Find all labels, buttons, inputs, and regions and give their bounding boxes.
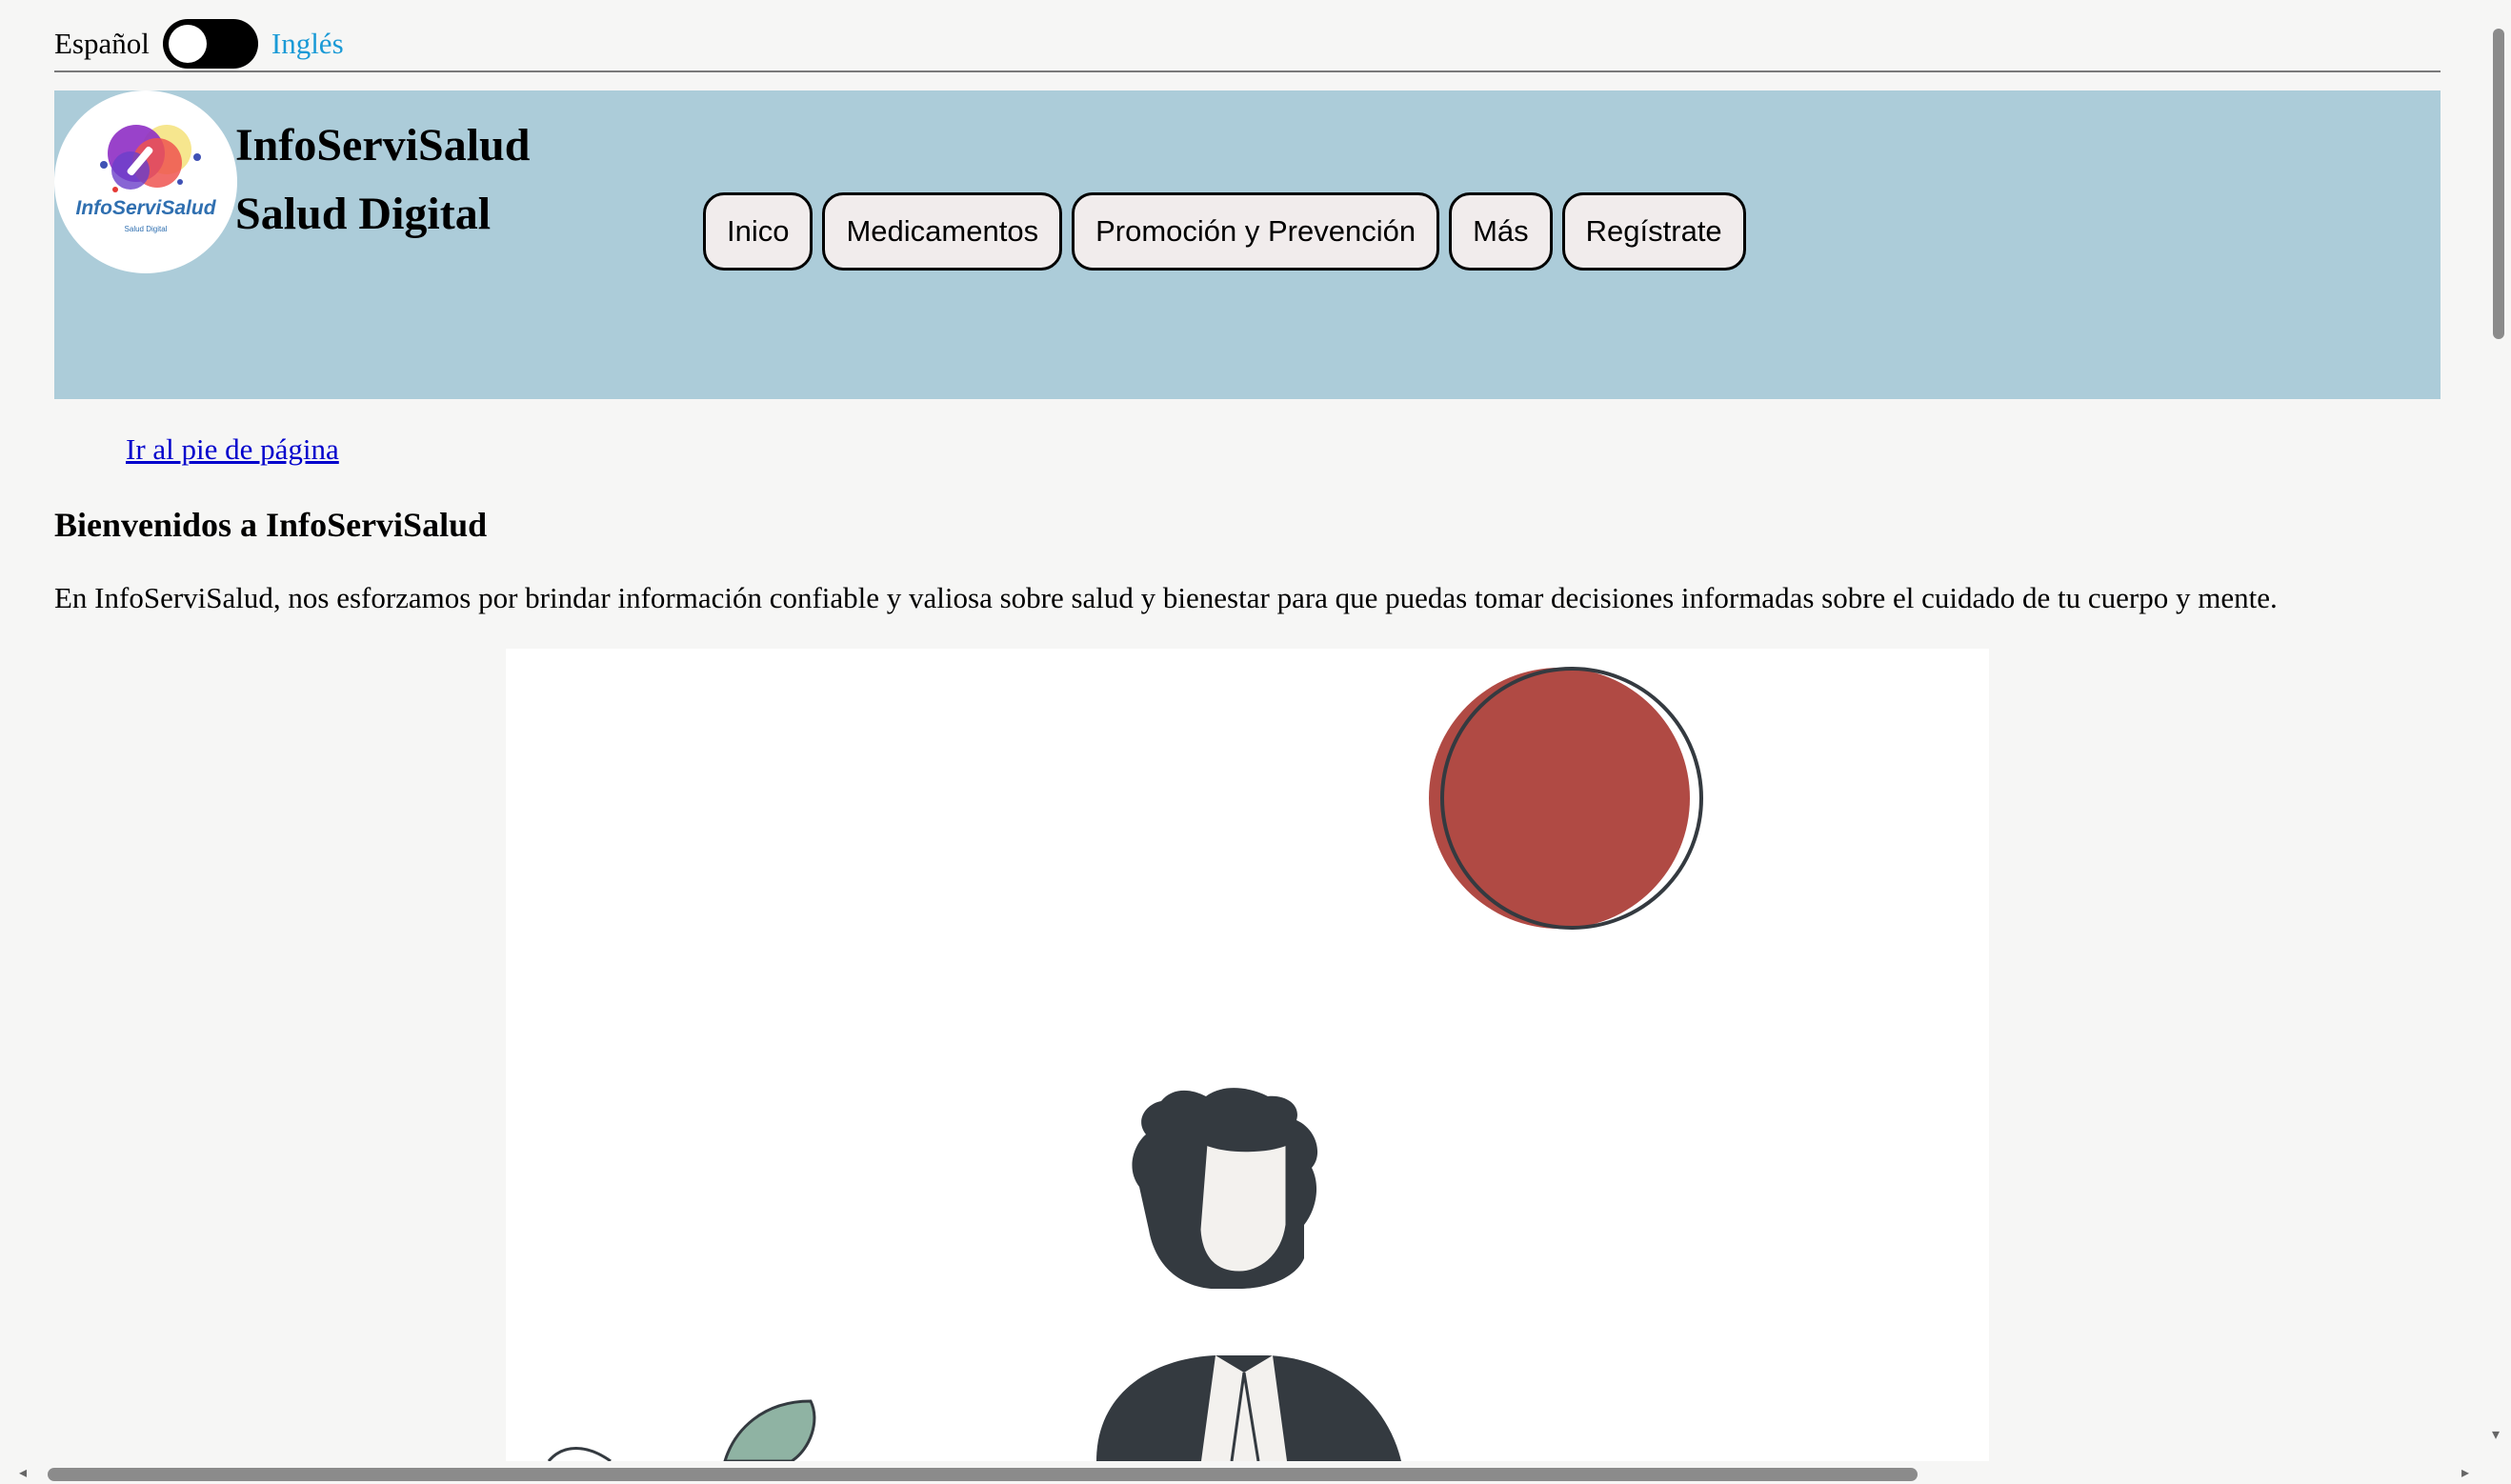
site-title: InfoServiSalud Salud Digital xyxy=(235,111,531,249)
logo-subtext: Salud Digital xyxy=(124,225,168,233)
nav-medicamentos-button[interactable]: Medicamentos xyxy=(822,192,1063,271)
language-toggle[interactable] xyxy=(162,19,258,69)
nav-promocion-button[interactable]: Promoción y Prevención xyxy=(1072,192,1440,271)
vertical-scrollbar[interactable]: ▾ xyxy=(2486,0,2511,1467)
logo-text: InfoServiSalud xyxy=(75,197,216,219)
hero-illustration xyxy=(506,649,1989,1461)
language-switcher: Español Inglés xyxy=(54,19,344,69)
skip-to-footer-link[interactable]: Ir al pie de página xyxy=(126,432,339,467)
logo-graphic-icon xyxy=(100,125,201,192)
doctor-illustration-icon xyxy=(547,667,1703,1461)
vertical-scroll-thumb[interactable] xyxy=(2493,29,2504,339)
toggle-knob xyxy=(168,25,207,63)
language-english-label[interactable]: Inglés xyxy=(271,27,344,61)
nav-registrate-button[interactable]: Regístrate xyxy=(1561,192,1746,271)
scroll-down-arrow-icon[interactable]: ▾ xyxy=(2492,1425,2500,1443)
nav-inicio-button[interactable]: Inico xyxy=(703,192,814,271)
site-header: InfoServiSalud Salud Digital InfoServiSa… xyxy=(54,90,2441,399)
intro-paragraph: En InfoServiSalud, nos esforzamos por br… xyxy=(54,581,2278,614)
horizontal-scroll-thumb[interactable] xyxy=(48,1468,1918,1481)
scroll-right-arrow-icon[interactable]: ▸ xyxy=(2461,1463,2469,1481)
site-title-line1: InfoServiSalud xyxy=(235,120,531,170)
scroll-left-arrow-icon[interactable]: ◂ xyxy=(19,1463,27,1481)
welcome-heading: Bienvenidos a InfoServiSalud xyxy=(54,506,488,544)
site-title-line2: Salud Digital xyxy=(235,189,492,239)
nav-mas-button[interactable]: Más xyxy=(1449,192,1553,271)
main-nav: Inico Medicamentos Promoción y Prevenció… xyxy=(703,192,1746,271)
horizontal-scrollbar[interactable]: ◂ ▸ xyxy=(0,1463,2486,1484)
language-spanish-label: Español xyxy=(54,27,150,60)
divider xyxy=(54,70,2441,72)
site-logo[interactable]: InfoServiSalud Salud Digital xyxy=(54,90,237,273)
